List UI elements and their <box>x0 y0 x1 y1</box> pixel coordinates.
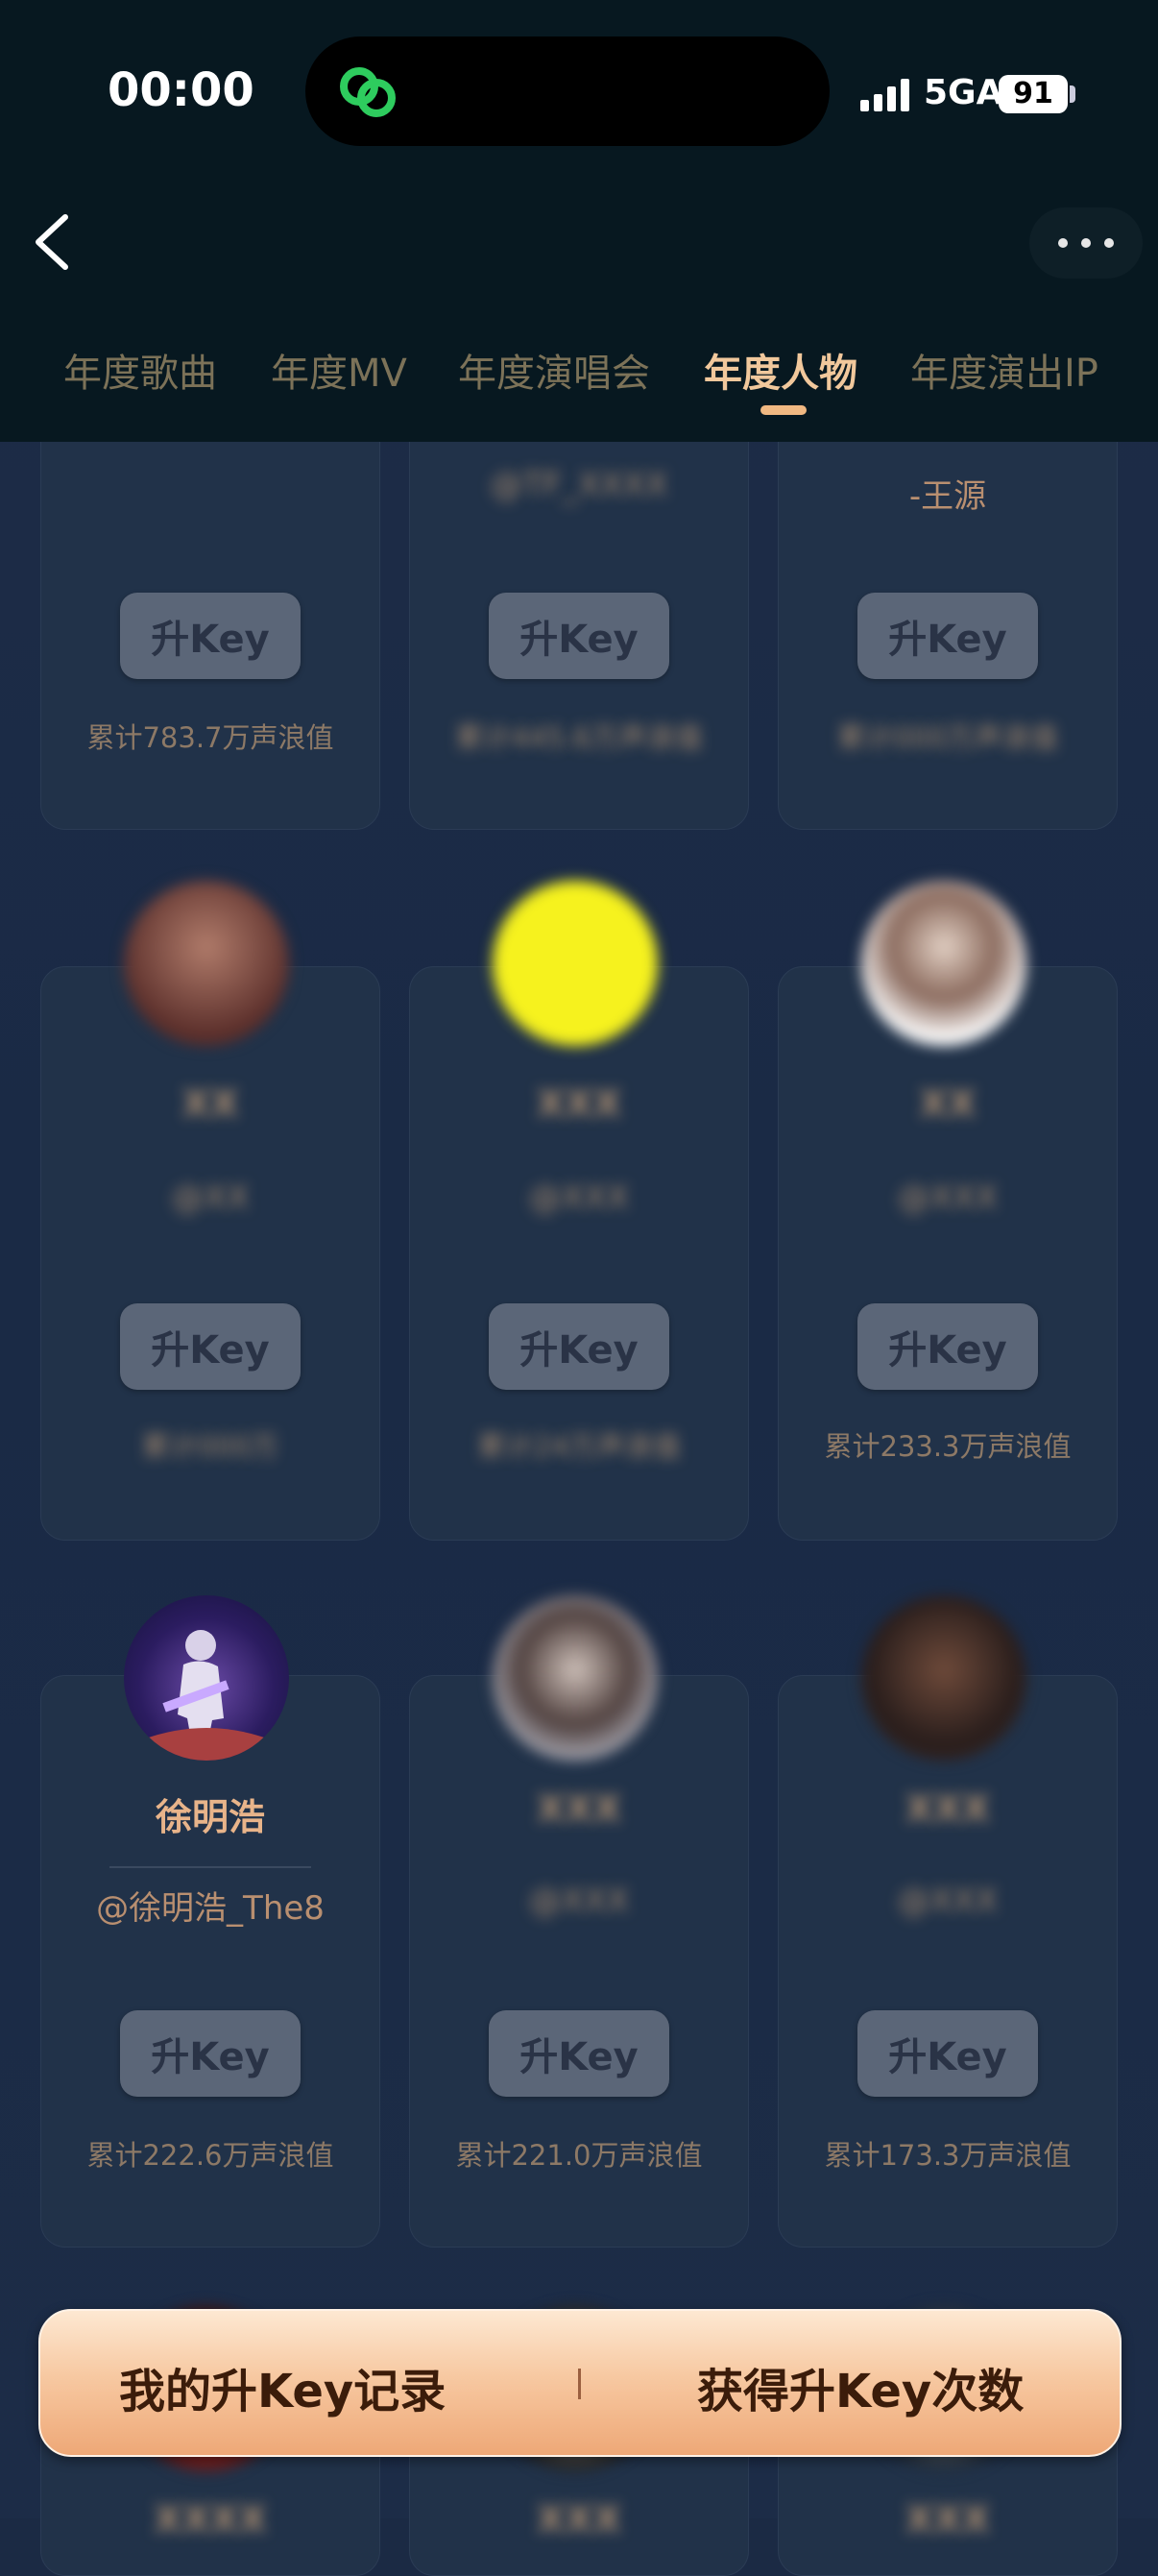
dynamic-island <box>305 36 830 146</box>
person-card[interactable]: XXX @XXX 升Key 累计221.0万声浪值 <box>409 1595 749 2248</box>
card-handle: @XXX <box>529 1882 629 1920</box>
avatar <box>124 1595 289 1761</box>
card-name: XXX <box>537 2498 621 2540</box>
tab-people[interactable]: 年度人物 <box>704 342 857 398</box>
my-upkey-records-button[interactable]: 我的升Key记录 <box>119 2353 446 2420</box>
card-name: XXX <box>537 1787 621 1830</box>
upkey-button[interactable]: 升Key <box>489 2010 669 2097</box>
status-time: 00:00 <box>108 63 254 117</box>
card-name: 徐明浩 <box>155 1796 265 1838</box>
back-arrow-icon[interactable] <box>29 211 77 273</box>
upkey-button[interactable]: 升Key <box>120 2010 301 2097</box>
get-upkey-chances-button[interactable]: 获得升Key次数 <box>697 2353 1024 2420</box>
card-handle: @XX <box>171 1179 250 1217</box>
avatar <box>493 881 658 1046</box>
card-handle: @TF_XXXX <box>490 466 668 504</box>
avatar <box>861 1595 1026 1761</box>
battery-level: 91 <box>999 75 1068 113</box>
card-handle: -王源 <box>908 477 987 516</box>
avatar <box>124 881 289 1046</box>
bottom-action-bar: 我的升Key记录 获得升Key次数 <box>38 2309 1122 2457</box>
card-score: 累计445.6万声浪值 <box>455 721 703 754</box>
tab-underline <box>760 405 807 415</box>
card-name: XXX <box>537 1082 621 1125</box>
more-dot-icon <box>1104 238 1114 248</box>
upkey-button[interactable]: 升Key <box>489 593 669 679</box>
more-button[interactable] <box>1029 207 1143 279</box>
upkey-button[interactable]: 升Key <box>857 1303 1038 1390</box>
person-card[interactable]: XX @XX 升Key 累计000万 <box>40 881 380 1541</box>
card-name: XX <box>181 1082 239 1125</box>
card-score: 累计783.7万声浪值 <box>86 721 334 754</box>
card-score: 累计173.3万声浪值 <box>824 2139 1072 2172</box>
card-handle: @XXX <box>898 1882 998 1920</box>
avatar <box>861 881 1026 1046</box>
upkey-button[interactable]: 升Key <box>857 2010 1038 2097</box>
category-tabs: 年度歌曲 年度MV 年度演唱会 年度人物 年度演出IP <box>0 342 1158 409</box>
more-dot-icon <box>1058 238 1068 248</box>
tab-show-ip[interactable]: 年度演出IP <box>910 342 1098 398</box>
signal-icon <box>860 79 909 111</box>
person-card[interactable]: XXX @XXX 升Key 累计24万声浪值 <box>409 881 749 1541</box>
card-handle: @XXX <box>898 1179 998 1217</box>
card-handle: @XXX <box>529 1179 629 1217</box>
network-type: 5GA <box>924 73 1003 112</box>
tab-mv[interactable]: 年度MV <box>271 342 407 398</box>
card-handle: @徐明浩_The8 <box>96 1889 325 1928</box>
card-name: XXXX <box>154 2498 267 2540</box>
card-score: 累计000万 <box>141 1430 279 1463</box>
battery-nub <box>1070 85 1075 103</box>
link-icon <box>340 67 396 117</box>
card-score: 累计222.6万声浪值 <box>86 2139 334 2172</box>
more-dot-icon <box>1081 238 1091 248</box>
person-figure-icon <box>143 1630 270 1761</box>
upkey-button[interactable]: 升Key <box>489 1303 669 1390</box>
upkey-button[interactable]: 升Key <box>120 1303 301 1390</box>
tab-concerts[interactable]: 年度演唱会 <box>458 342 650 398</box>
card-name: XXX <box>905 2498 990 2540</box>
card-score: 累计233.3万声浪值 <box>824 1430 1072 1463</box>
card-score: 累计000万声浪值 <box>837 721 1058 754</box>
upkey-button[interactable]: 升Key <box>120 593 301 679</box>
card-score: 累计221.0万声浪值 <box>455 2139 703 2172</box>
tab-songs[interactable]: 年度歌曲 <box>63 342 217 398</box>
person-card[interactable]: 徐明浩 @徐明浩_The8 升Key 累计222.6万声浪值 <box>40 1595 380 2248</box>
card-name: XX <box>919 1082 977 1125</box>
card-name: XXX <box>905 1787 990 1830</box>
person-card[interactable]: XXX @XXX 升Key 累计173.3万声浪值 <box>778 1595 1118 2248</box>
bar-divider <box>578 2369 581 2399</box>
name-divider <box>109 1866 311 1868</box>
header: 00:00 5GA 91 年度歌曲 年度MV 年度演唱会 年度人物 年度演出IP <box>0 0 1158 442</box>
upkey-button[interactable]: 升Key <box>857 593 1038 679</box>
card-score: 累计24万声浪值 <box>477 1430 681 1463</box>
person-card[interactable]: XX @XXX 升Key 累计233.3万声浪值 <box>778 881 1118 1541</box>
avatar <box>493 1595 658 1761</box>
